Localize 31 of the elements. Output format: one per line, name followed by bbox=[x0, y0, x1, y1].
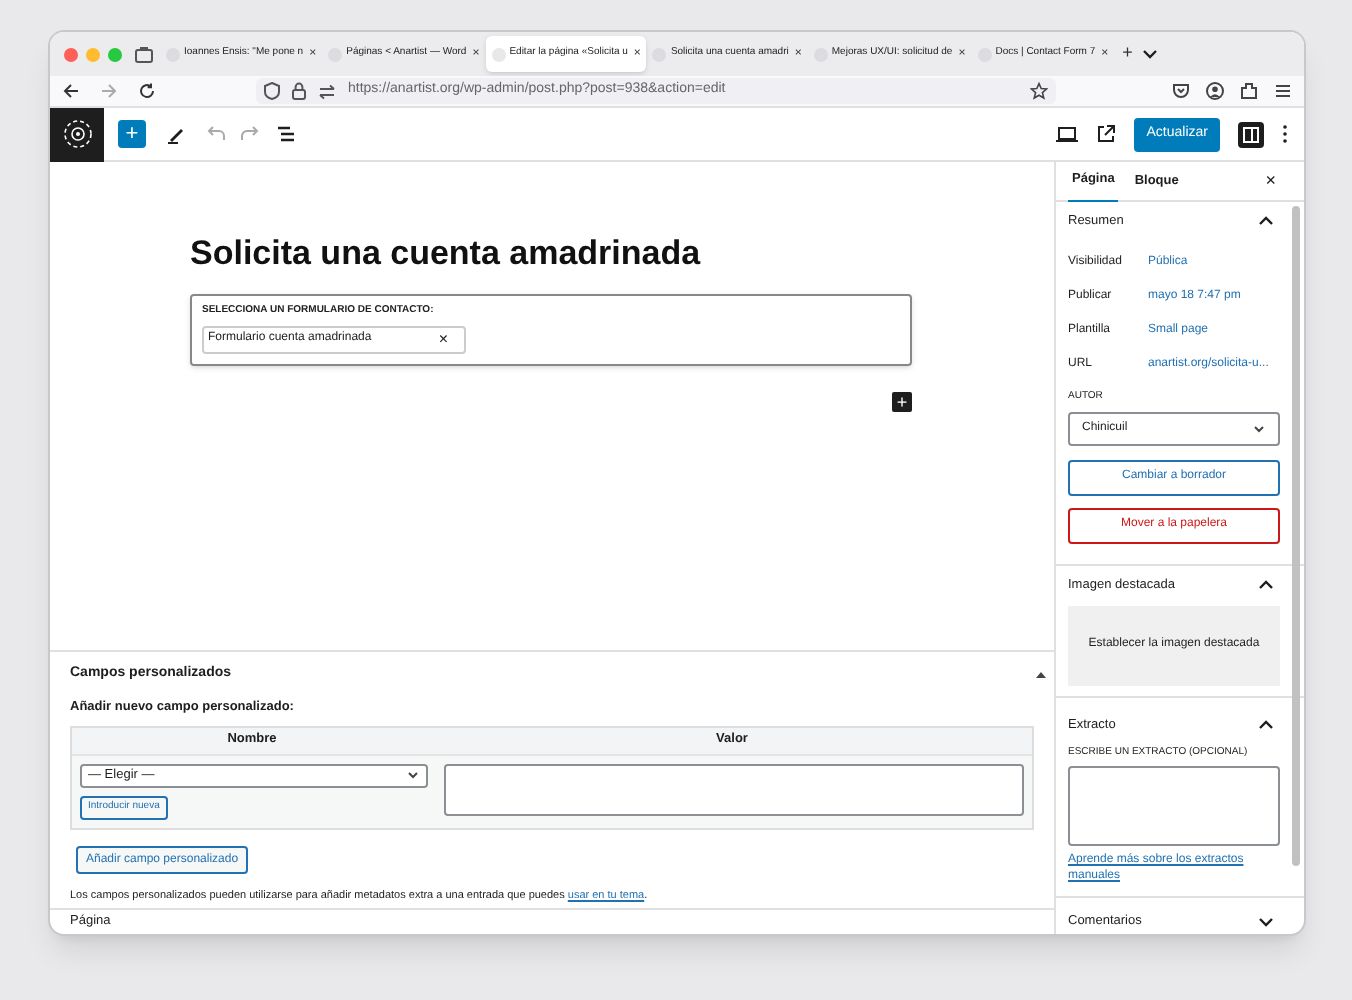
bookmark-star-icon[interactable] bbox=[1030, 82, 1048, 100]
scrollbar-thumb[interactable] bbox=[1292, 206, 1300, 866]
desktop-preview-icon[interactable] bbox=[1056, 124, 1079, 144]
tab-overview-icon[interactable] bbox=[134, 45, 154, 63]
excerpt-textarea[interactable] bbox=[1068, 766, 1280, 846]
page-title[interactable]: Solicita una cuenta amadrinada bbox=[190, 228, 701, 279]
lock-icon bbox=[292, 82, 306, 100]
sidebar-toggle-icon[interactable] bbox=[1238, 121, 1264, 147]
collapse-arrow-icon[interactable] bbox=[1036, 670, 1046, 678]
chevron-down-icon bbox=[406, 768, 420, 783]
new-tab-button[interactable]: + bbox=[1122, 40, 1133, 68]
list-view-icon[interactable] bbox=[276, 124, 296, 144]
account-icon[interactable] bbox=[1206, 82, 1224, 100]
close-icon[interactable]: × bbox=[1265, 167, 1276, 195]
permissions-icon bbox=[318, 83, 336, 99]
chevron-down-icon[interactable] bbox=[1140, 44, 1161, 64]
pencil-icon[interactable] bbox=[166, 124, 186, 144]
more-options-icon[interactable] bbox=[1282, 124, 1288, 144]
add-block-button[interactable]: + bbox=[118, 120, 146, 148]
pocket-icon[interactable] bbox=[1172, 82, 1190, 100]
add-block-button[interactable]: + bbox=[892, 392, 912, 412]
shield-icon bbox=[264, 82, 280, 100]
external-link-icon[interactable] bbox=[1096, 124, 1117, 144]
site-logo-icon[interactable] bbox=[50, 107, 104, 161]
remove-icon[interactable]: × bbox=[438, 327, 448, 351]
back-arrow-icon[interactable] bbox=[62, 82, 80, 100]
reload-icon[interactable] bbox=[138, 82, 156, 100]
chevron-down-icon bbox=[1252, 421, 1266, 435]
extensions-icon[interactable] bbox=[1240, 82, 1258, 100]
menu-icon[interactable] bbox=[1274, 82, 1292, 100]
value-textarea[interactable] bbox=[444, 763, 1024, 816]
